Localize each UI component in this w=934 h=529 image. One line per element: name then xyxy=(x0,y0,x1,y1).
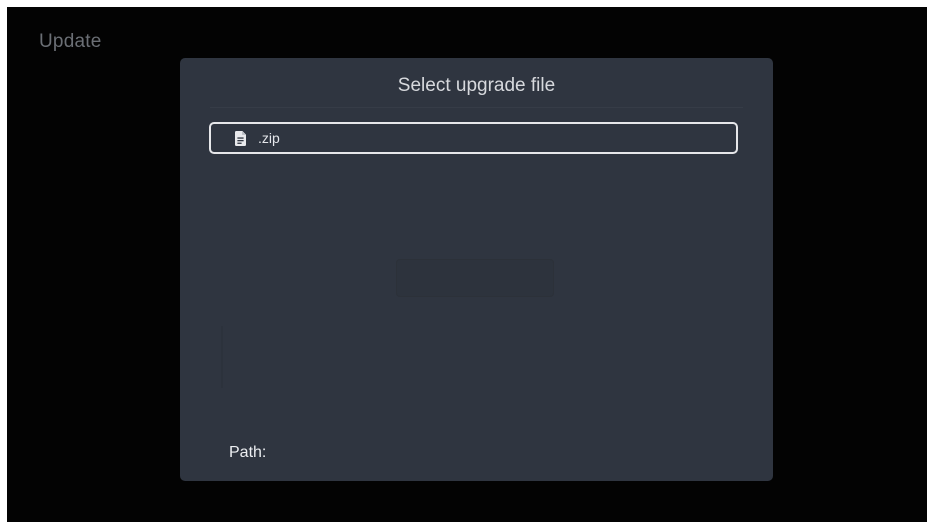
dialog-title: Select upgrade file xyxy=(397,75,556,96)
document-icon xyxy=(235,130,246,146)
empty-focus-placeholder xyxy=(396,259,554,297)
page-title: Update xyxy=(39,31,102,52)
title-divider xyxy=(210,107,743,108)
select-upgrade-file-dialog: Select upgrade file .zip Path: xyxy=(180,58,773,481)
file-name: .zip xyxy=(258,130,280,146)
path-label: Path: xyxy=(229,444,267,461)
empty-scroll-track xyxy=(221,326,223,388)
file-list-item-zip[interactable]: .zip xyxy=(209,122,738,154)
update-screen: Update Select upgrade file .zip Path: xyxy=(7,7,927,522)
